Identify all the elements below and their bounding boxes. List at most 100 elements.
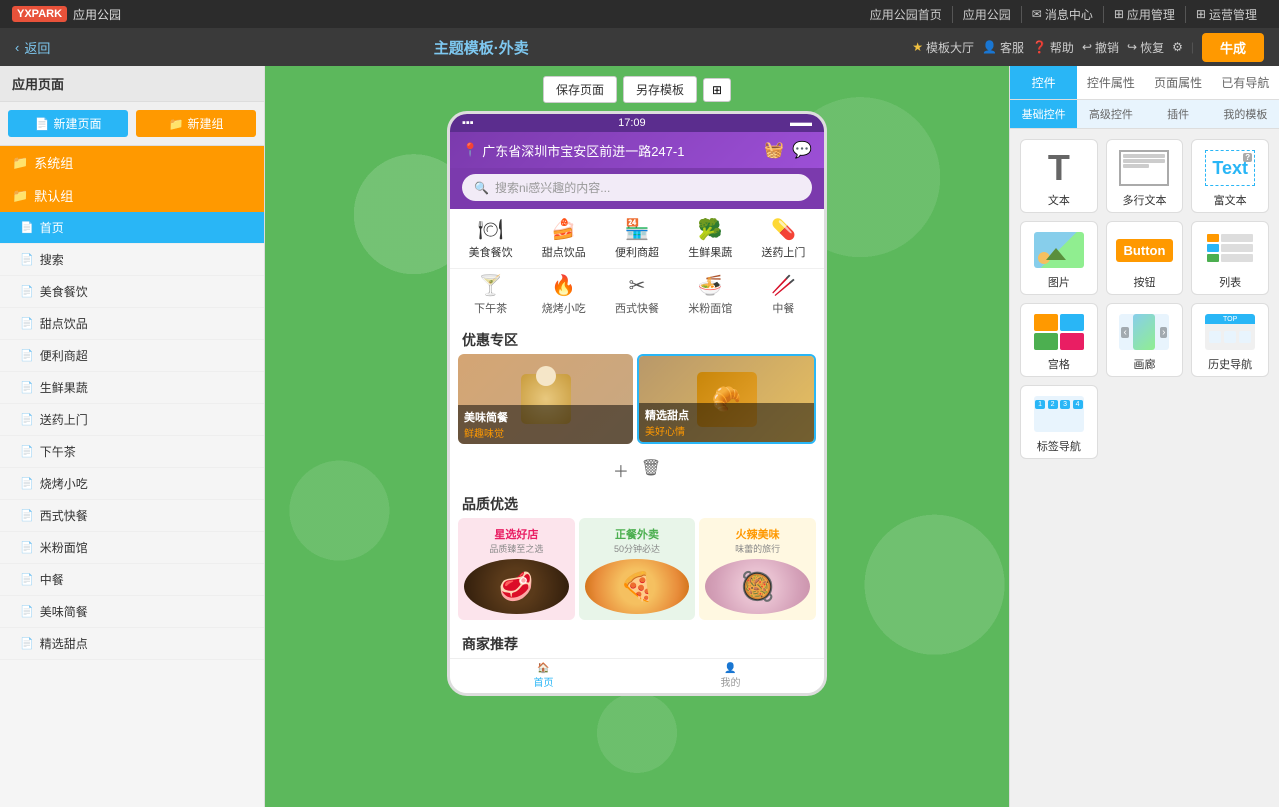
bottom-nav-home[interactable]: 🏠 首页 <box>450 663 637 689</box>
nav-ops[interactable]: ⊞ 运营管理 <box>1186 6 1267 23</box>
widget-list[interactable]: 列表 <box>1191 221 1269 295</box>
widget-multitext-label: 多行文本 <box>1111 192 1179 208</box>
page-item-food[interactable]: 📄美食餐饮 <box>0 276 264 308</box>
undo-button[interactable]: ↩ 撤销 <box>1082 39 1119 56</box>
widget-image-label: 图片 <box>1025 274 1093 290</box>
cat-bbq[interactable]: 🔥 烧烤小吃 <box>527 273 600 316</box>
page-item-select-dessert[interactable]: 📄精选甜点 <box>0 628 264 660</box>
quality-img-2: 🥘 <box>705 559 810 614</box>
widget-richtext-label: 富文本 <box>1196 192 1264 208</box>
nav-home[interactable]: 应用公园首页 <box>860 6 953 23</box>
page-item-convenience[interactable]: 📄便利商超 <box>0 340 264 372</box>
widget-grid-widget[interactable]: 宫格 <box>1020 303 1098 377</box>
widget-button-label: 按钮 <box>1111 274 1179 290</box>
widget-multitext-icon <box>1116 148 1172 188</box>
save-page-button[interactable]: 保存页面 <box>543 76 617 103</box>
cat-western[interactable]: ✂ 西式快餐 <box>600 273 673 316</box>
widget-gallery[interactable]: ‹ › 画廊 <box>1106 303 1184 377</box>
widget-button[interactable]: Button 按钮 <box>1106 221 1184 295</box>
canvas-icon-button[interactable]: ⊞ <box>703 78 731 102</box>
cat-food[interactable]: 🍽 美食餐饮 <box>454 217 527 260</box>
sidebar-title: 应用页面 <box>0 66 264 102</box>
cat-noodles[interactable]: 🍜 米粉面馆 <box>674 273 747 316</box>
phone-status-bar: ▪▪▪ 17:09 ▬▬ <box>450 114 824 132</box>
promo-item-1[interactable]: 🥐 精选甜点 美好心情 <box>637 354 816 444</box>
page-item-medicine[interactable]: 📄送药上门 <box>0 404 264 436</box>
phone-header: 📍 广东省深圳市宝安区前进一路247-1 🧺 💬 <box>450 132 824 168</box>
widget-image-icon <box>1031 230 1087 270</box>
cat-dessert[interactable]: 🍰 甜点饮品 <box>527 217 600 260</box>
subtab-basic[interactable]: 基础控件 <box>1010 100 1077 128</box>
tab-control-props[interactable]: 控件属性 <box>1077 66 1144 99</box>
cat-chinese[interactable]: 🥢 中餐 <box>747 273 820 316</box>
widget-tabnav-icon: 1 2 3 4 <box>1031 394 1087 434</box>
promo-controls: ＋ 🗑 <box>450 452 824 488</box>
right-panel: 控件 控件属性 页面属性 已有导航 基础控件 高级控件 插件 我的模板 T 文本 <box>1009 66 1279 807</box>
widget-list-label: 列表 <box>1196 274 1264 290</box>
phone-search-input[interactable]: 🔍 搜索ni感兴趣的内容... <box>462 174 812 201</box>
widget-richtext-icon: Text ? <box>1202 148 1258 188</box>
page-item-western[interactable]: 📄西式快餐 <box>0 500 264 532</box>
second-nav-bar: ‹ 返回 主题模板·外卖 ★ 模板大厅 👤 客服 ❓ 帮助 ↩ 撤销 ↪ 恢复 … <box>0 28 1279 66</box>
customer-service[interactable]: 👤 客服 <box>982 39 1024 56</box>
settings-icon[interactable]: ⚙ <box>1172 40 1183 54</box>
promo-add-icon[interactable]: ＋ <box>613 458 629 482</box>
promo-delete-icon[interactable]: 🗑 <box>641 458 661 482</box>
cat-medicine[interactable]: 💊 送药上门 <box>747 217 820 260</box>
phone-basket-icon[interactable]: 🧺 <box>764 140 784 160</box>
page-item-produce[interactable]: 📄生鲜果蔬 <box>0 372 264 404</box>
page-item-search[interactable]: 📄搜索 <box>0 244 264 276</box>
widget-image[interactable]: 图片 <box>1020 221 1098 295</box>
phone-chat-icon[interactable]: 💬 <box>792 140 812 160</box>
second-nav-actions: ★ 模板大厅 👤 客服 ❓ 帮助 ↩ 撤销 ↪ 恢复 ⚙ | 牛成 <box>912 33 1264 62</box>
page-item-home[interactable]: 📄首页 <box>0 212 264 244</box>
nav-app[interactable]: 应用公园 <box>953 6 1022 23</box>
save-as-template-button[interactable]: 另存模板 <box>623 76 697 103</box>
promo-item-0[interactable]: 美味简餐 鲜趣味觉 <box>458 354 633 444</box>
tab-page-props[interactable]: 页面属性 <box>1145 66 1212 99</box>
subtab-plugin[interactable]: 插件 <box>1145 100 1212 128</box>
phone-address: 📍 广东省深圳市宝安区前进一路247-1 <box>462 141 684 160</box>
promo-section-title: 优惠专区 <box>450 324 824 354</box>
quality-item-0[interactable]: 星选好店 品质臻至之选 🥩 <box>458 518 575 620</box>
system-group[interactable]: 📁 系统组 <box>0 146 264 179</box>
redo-button[interactable]: ↪ 恢复 <box>1127 39 1164 56</box>
template-hall[interactable]: ★ 模板大厅 <box>912 39 974 56</box>
widget-richtext[interactable]: Text ? 富文本 <box>1191 139 1269 213</box>
back-button[interactable]: ‹ 返回 <box>15 38 50 57</box>
subtab-advanced[interactable]: 高级控件 <box>1077 100 1144 128</box>
cat-convenience[interactable]: 🏪 便利商超 <box>600 217 673 260</box>
widget-tabnav[interactable]: 1 2 3 4 标签导航 <box>1020 385 1098 459</box>
tab-nav[interactable]: 已有导航 <box>1212 66 1279 99</box>
default-group[interactable]: 📁 默认组 <box>0 179 264 212</box>
nav-app-manage[interactable]: ⊞ 应用管理 <box>1104 6 1186 23</box>
page-item-chinese[interactable]: 📄中餐 <box>0 564 264 596</box>
widget-grid-icon <box>1031 312 1087 352</box>
widget-text[interactable]: T 文本 <box>1020 139 1098 213</box>
phone-frame: ▪▪▪ 17:09 ▬▬ 📍 广东省深圳市宝安区前进一路247-1 🧺 💬 🔍 <box>447 111 827 696</box>
tab-controls[interactable]: 控件 <box>1010 66 1077 99</box>
new-page-button[interactable]: 📄 新建页面 <box>8 110 128 137</box>
quality-item-2[interactable]: 火辣美味 味蕾的旅行 🥘 <box>699 518 816 620</box>
page-item-bbq[interactable]: 📄烧烤小吃 <box>0 468 264 500</box>
new-group-button[interactable]: 📁 新建组 <box>136 110 256 137</box>
top-nav-bar: YXPARK 应用公园 应用公园首页 应用公园 ✉ 消息中心 ⊞ 应用管理 ⊞ … <box>0 0 1279 28</box>
right-panel-subtabs: 基础控件 高级控件 插件 我的模板 <box>1010 100 1279 129</box>
widget-grid-label: 宫格 <box>1025 356 1093 372</box>
page-item-dessert[interactable]: 📄甜点饮品 <box>0 308 264 340</box>
cat-produce[interactable]: 🥦 生鲜果蔬 <box>674 217 747 260</box>
quality-item-1[interactable]: 正餐外卖 50分钟必达 🍕 <box>579 518 696 620</box>
bottom-nav-mine[interactable]: 👤 我的 <box>637 663 824 689</box>
page-item-teatime[interactable]: 📄下午茶 <box>0 436 264 468</box>
merchant-section-title: 商家推荐 <box>450 628 824 658</box>
help-link[interactable]: ❓ 帮助 <box>1032 39 1074 56</box>
page-item-noodles[interactable]: 📄米粉面馆 <box>0 532 264 564</box>
widget-multitext[interactable]: 多行文本 <box>1106 139 1184 213</box>
generate-button[interactable]: 牛成 <box>1202 33 1264 62</box>
page-item-simple-meal[interactable]: 📄美味简餐 <box>0 596 264 628</box>
nav-messages[interactable]: ✉ 消息中心 <box>1022 6 1104 23</box>
widget-history[interactable]: TOP 历史导航 <box>1191 303 1269 377</box>
app-name: 应用公园 <box>73 6 121 23</box>
subtab-mytemplate[interactable]: 我的模板 <box>1212 100 1279 128</box>
cat-teatime[interactable]: 🍸 下午茶 <box>454 273 527 316</box>
